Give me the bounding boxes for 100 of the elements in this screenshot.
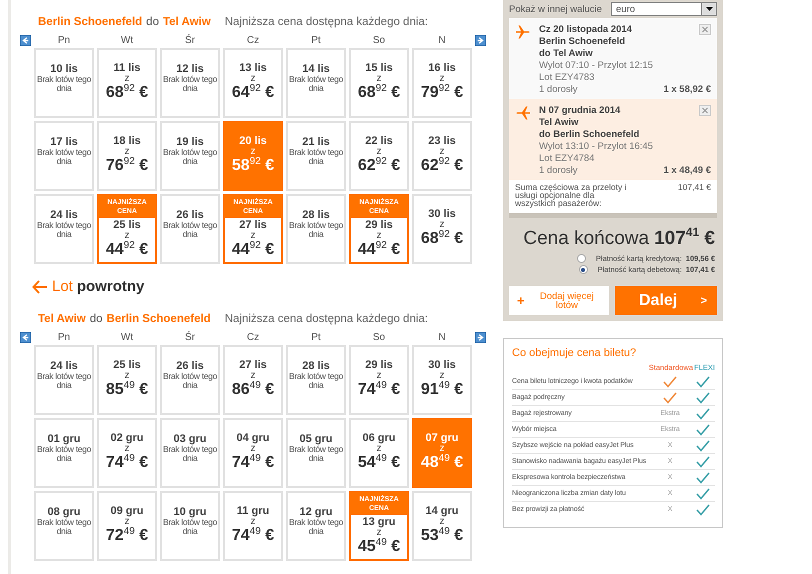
- date-label: 10 lis: [50, 64, 78, 74]
- day-cell[interactable]: 26 lis Brak lotów tego dnia: [160, 345, 220, 415]
- day-cell[interactable]: 01 gru Brak lotów tego dnia: [34, 418, 94, 488]
- day-cell[interactable]: 28 lis Brak lotów tego dnia: [286, 345, 346, 415]
- weekday-label: Pn: [56, 332, 72, 342]
- day-cell[interactable]: 12 lis Brak lotów tego dnia: [160, 48, 220, 118]
- flight-destination: do Tel Awiw: [539, 48, 593, 59]
- day-cell[interactable]: 30 lis z 91$^{49}$ €: [412, 345, 472, 415]
- payment-radio[interactable]: [578, 265, 588, 274]
- day-cell[interactable]: 22 lis z 62$^{92}$ €: [349, 121, 409, 191]
- from-label: z: [376, 528, 382, 537]
- price-label: 44$^{92}$ €: [358, 240, 400, 260]
- day-cell[interactable]: 26 lis Brak lotów tego dnia: [160, 194, 220, 264]
- no-flights-note: Brak lotów tego dnia: [36, 74, 92, 92]
- price-label: 86$^{49}$ €: [232, 380, 274, 400]
- price-label: 91$^{49}$ €: [420, 380, 464, 400]
- currency-select[interactable]: euro: [611, 2, 717, 16]
- day-cell[interactable]: 24 lis Brak lotów tego dnia: [34, 345, 94, 415]
- day-cell[interactable]: 14 gru z 53$^{49}$ €: [412, 491, 472, 561]
- airplane-icon: [515, 24, 531, 40]
- day-cell[interactable]: 10 gru Brak lotów tego dnia: [160, 491, 220, 561]
- day-cell[interactable]: 17 lis Brak lotów tego dnia: [34, 121, 94, 191]
- price-label: 45$^{49}$ €: [358, 537, 400, 557]
- previous-week-icon[interactable]: [20, 34, 31, 46]
- day-cell[interactable]: 21 lis Brak lotów tego dnia: [286, 121, 346, 191]
- origin-label: Tel Awiw: [38, 313, 86, 325]
- price-label: 58$^{92}$ €: [232, 156, 274, 176]
- price-label: 62$^{92}$ €: [420, 156, 464, 176]
- price-label: 68$^{92}$ €: [106, 83, 148, 103]
- day-cell[interactable]: 16 lis z 79$^{92}$ €: [412, 48, 472, 118]
- check-icon: [696, 392, 710, 404]
- check-icon: [696, 472, 710, 484]
- no-flights-note: Brak lotów tego dnia: [162, 518, 218, 536]
- day-cell[interactable]: 03 gru Brak lotów tego dnia: [160, 418, 220, 488]
- day-cell[interactable]: 27 lis z 86$^{49}$ €: [223, 345, 283, 415]
- from-label: z: [250, 517, 256, 526]
- day-cell[interactable]: 24 lis Brak lotów tego dnia: [34, 194, 94, 264]
- from-label: z: [250, 231, 256, 240]
- flight-date: Cz 20 listopada 2014: [539, 24, 632, 35]
- caret-icon: [706, 7, 712, 11]
- day-cell[interactable]: 11 gru z 74$^{49}$ €: [223, 491, 283, 561]
- price-label: 44$^{92}$ €: [232, 240, 274, 260]
- day-cell[interactable]: 04 gru z 74$^{49}$ €: [223, 418, 283, 488]
- no-flights-note: Brak lotów tego dnia: [288, 148, 344, 166]
- from-label: z: [250, 74, 256, 83]
- day-cell[interactable]: 09 gru z 72$^{49}$ €: [97, 491, 157, 561]
- total-label: Cena końcowa: [523, 228, 650, 250]
- date-label: 21 lis: [302, 136, 330, 148]
- day-cell[interactable]: 10 lis Brak lotów tego dnia: [34, 48, 94, 118]
- flight-date: N 07 grudnia 2014: [539, 105, 620, 116]
- day-cell[interactable]: 13 lis z 64$^{92}$ €: [223, 48, 283, 118]
- from-label: z: [376, 74, 382, 83]
- day-cell[interactable]: 08 gru Brak lotów tego dnia: [34, 491, 94, 561]
- no-flights-note: Brak lotów tego dnia: [162, 220, 218, 238]
- price-label: 54$^{49}$ €: [358, 453, 400, 473]
- next-week-icon[interactable]: [475, 34, 486, 46]
- day-cell[interactable]: 29 lis z 74$^{49}$ €: [349, 345, 409, 415]
- from-label: z: [440, 74, 444, 83]
- price-label: 64$^{92}$ €: [232, 83, 274, 103]
- day-cell[interactable]: 12 gru Brak lotów tego dnia: [286, 491, 346, 561]
- date-label: 16 lis: [428, 63, 456, 74]
- date-label: 02 gru: [110, 433, 144, 444]
- previous-week-icon[interactable]: [20, 332, 31, 342]
- next-week-icon[interactable]: [475, 332, 486, 342]
- date-label: 18 lis: [113, 136, 141, 147]
- weekday-label: Śr: [184, 332, 196, 342]
- day-cell[interactable]: 02 gru z 74$^{49}$ €: [97, 418, 157, 488]
- flight-times: Wylot 13:10 - Przylot 16:45: [539, 141, 653, 152]
- date-label: 19 lis: [176, 136, 204, 148]
- price-label: 76$^{92}$ €: [106, 156, 148, 176]
- payment-radio[interactable]: [576, 254, 586, 263]
- price-label: 74$^{49}$ €: [232, 526, 274, 546]
- from-label: z: [250, 444, 256, 453]
- price-label: 85$^{49}$ €: [106, 380, 148, 400]
- day-cell[interactable]: 15 lis z 68$^{92}$ €: [349, 48, 409, 118]
- flight-price: 1 x 58,92 €: [663, 84, 711, 95]
- day-cell[interactable]: 25 lis z 85$^{49}$ €: [97, 345, 157, 415]
- check-icon: [696, 408, 710, 420]
- day-cell[interactable]: 28 lis Brak lotów tego dnia: [286, 194, 346, 264]
- date-label: 29 lis: [365, 360, 393, 371]
- day-cell[interactable]: 18 lis z 76$^{92}$ €: [97, 121, 157, 191]
- date-label: 05 gru: [299, 434, 332, 444]
- flight-times: Wylot 07:10 - Przylot 12:15: [539, 60, 653, 71]
- day-cell[interactable]: 30 lis z 68$^{92}$ €: [412, 194, 472, 264]
- check-icon: [663, 376, 677, 388]
- day-cell[interactable]: 05 gru Brak lotów tego dnia: [286, 418, 346, 488]
- no-flights-note: Brak lotów tego dnia: [288, 220, 344, 238]
- day-cell[interactable]: 19 lis Brak lotów tego dnia: [160, 121, 220, 191]
- day-cell[interactable]: 23 lis z 62$^{92}$ €: [412, 121, 472, 191]
- from-label: z: [250, 371, 256, 380]
- weekday-label: Cz: [246, 34, 260, 46]
- flight-origin: Berlin Schoenefeld: [539, 36, 626, 47]
- day-cell[interactable]: 14 lis Brak lotów tego dnia: [286, 48, 346, 118]
- date-label: 24 lis: [50, 360, 78, 372]
- date-label: 28 lis: [302, 360, 330, 372]
- date-label: 14 lis: [302, 64, 330, 74]
- day-cell[interactable]: 11 lis z 68$^{92}$ €: [97, 48, 157, 118]
- day-cell[interactable]: 06 gru z 54$^{49}$ €: [349, 418, 409, 488]
- date-label: 08 gru: [47, 506, 80, 518]
- from-label: z: [124, 231, 130, 240]
